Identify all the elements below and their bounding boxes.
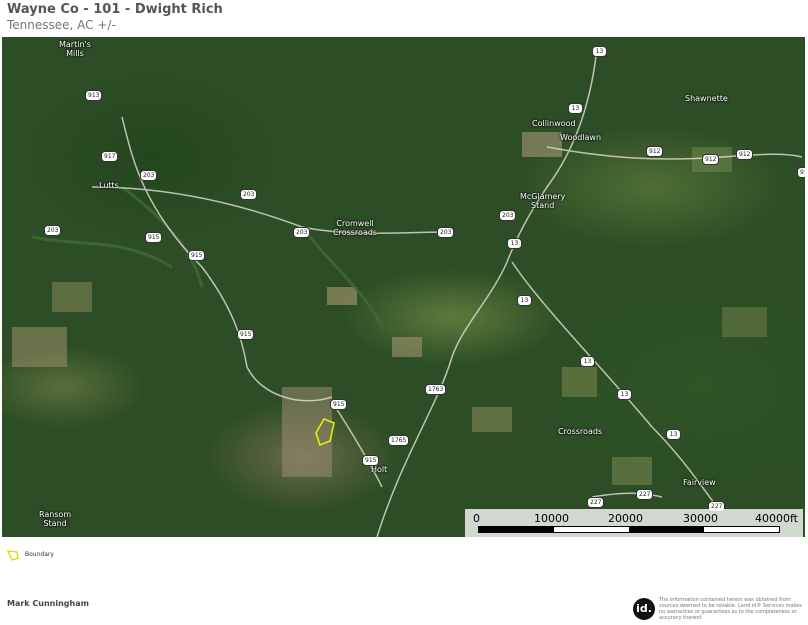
place-mcglamery-stand: McGlamery Stand — [520, 192, 566, 210]
route-shield-915: 915 — [362, 455, 380, 466]
map-subtitle: Tennessee, AC +/- — [7, 18, 116, 32]
farmland-patches — [12, 132, 767, 485]
route-shield-13: 13 — [580, 356, 595, 367]
scale-tick: 30000 — [683, 512, 718, 525]
route-shield-227: 227 — [636, 489, 654, 500]
place-cromwell-crossroads: Cromwell Crossroads — [333, 219, 378, 237]
route-shield-915: 915 — [330, 399, 348, 410]
route-shield-203: 203 — [44, 225, 62, 236]
agent-name: Mark Cunningham — [7, 599, 89, 608]
scale-tick: 20000 — [608, 512, 643, 525]
place-woodlawn: Woodlawn — [560, 133, 602, 142]
route-shield-203: 203 — [140, 170, 158, 181]
route-shield-915: 915 — [145, 232, 163, 243]
place-crossroads: Crossroads — [558, 427, 603, 436]
route-shield-917: 917 — [101, 151, 119, 162]
route-shield-912: 912 — [702, 154, 720, 165]
route-shield-13: 13 — [568, 103, 583, 114]
scale-segment — [629, 527, 704, 532]
map-features — [12, 46, 803, 537]
disclaimer-text: The information contained herein was obt… — [659, 597, 802, 621]
boundary-legend-icon — [6, 550, 19, 561]
route-shield-915: 915 — [188, 250, 206, 261]
route-shield-13: 13 — [592, 46, 607, 57]
route-shield-13: 13 — [507, 238, 522, 249]
scale-tick: 40000ft — [755, 512, 798, 525]
place-collinwood: Collinwood — [532, 119, 576, 128]
route-shield-203: 203 — [293, 227, 311, 238]
boundary-legend-label: Boundary — [25, 551, 54, 558]
map-title: Wayne Co - 101 - Dwight Rich — [7, 2, 223, 17]
route-shield-227: 227 — [587, 497, 605, 508]
route-shield-203: 203 — [240, 189, 258, 200]
scale-tick: 0 — [473, 512, 480, 525]
route-shield-1763: 1763 — [425, 384, 447, 395]
route-shield-13: 13 — [517, 295, 532, 306]
scale-tick: 10000 — [534, 512, 569, 525]
place-martins-mills: Martin's Mills — [59, 40, 91, 58]
scale-bar: 0 10000 20000 30000 40000ft — [465, 509, 803, 537]
roads — [91, 46, 803, 537]
route-shield-917: 917 — [797, 167, 805, 178]
satellite-map[interactable]: Martin's Mills Lutts Cromwell Crossroads C… — [2, 37, 805, 537]
route-shield-203: 203 — [437, 227, 455, 238]
scale-bar-graphic — [478, 526, 780, 533]
route-shield-915: 915 — [237, 329, 255, 340]
route-shield-913: 913 — [85, 90, 103, 101]
landid-logo: id. — [633, 598, 655, 620]
place-shawnette: Shawnette — [685, 94, 728, 103]
place-holt: Holt — [371, 465, 388, 474]
route-shield-13: 13 — [666, 429, 681, 440]
route-shield-13: 13 — [617, 389, 632, 400]
route-shield-1765: 1765 — [388, 435, 410, 446]
scale-segment — [479, 527, 554, 532]
route-shield-912: 912 — [736, 149, 754, 160]
route-shield-203: 203 — [499, 210, 517, 221]
route-shield-912: 912 — [646, 146, 664, 157]
place-lutts: Lutts — [99, 181, 119, 190]
place-ransom-stand: Ransom Stand — [39, 510, 72, 528]
place-fairview: Fairview — [683, 478, 716, 487]
